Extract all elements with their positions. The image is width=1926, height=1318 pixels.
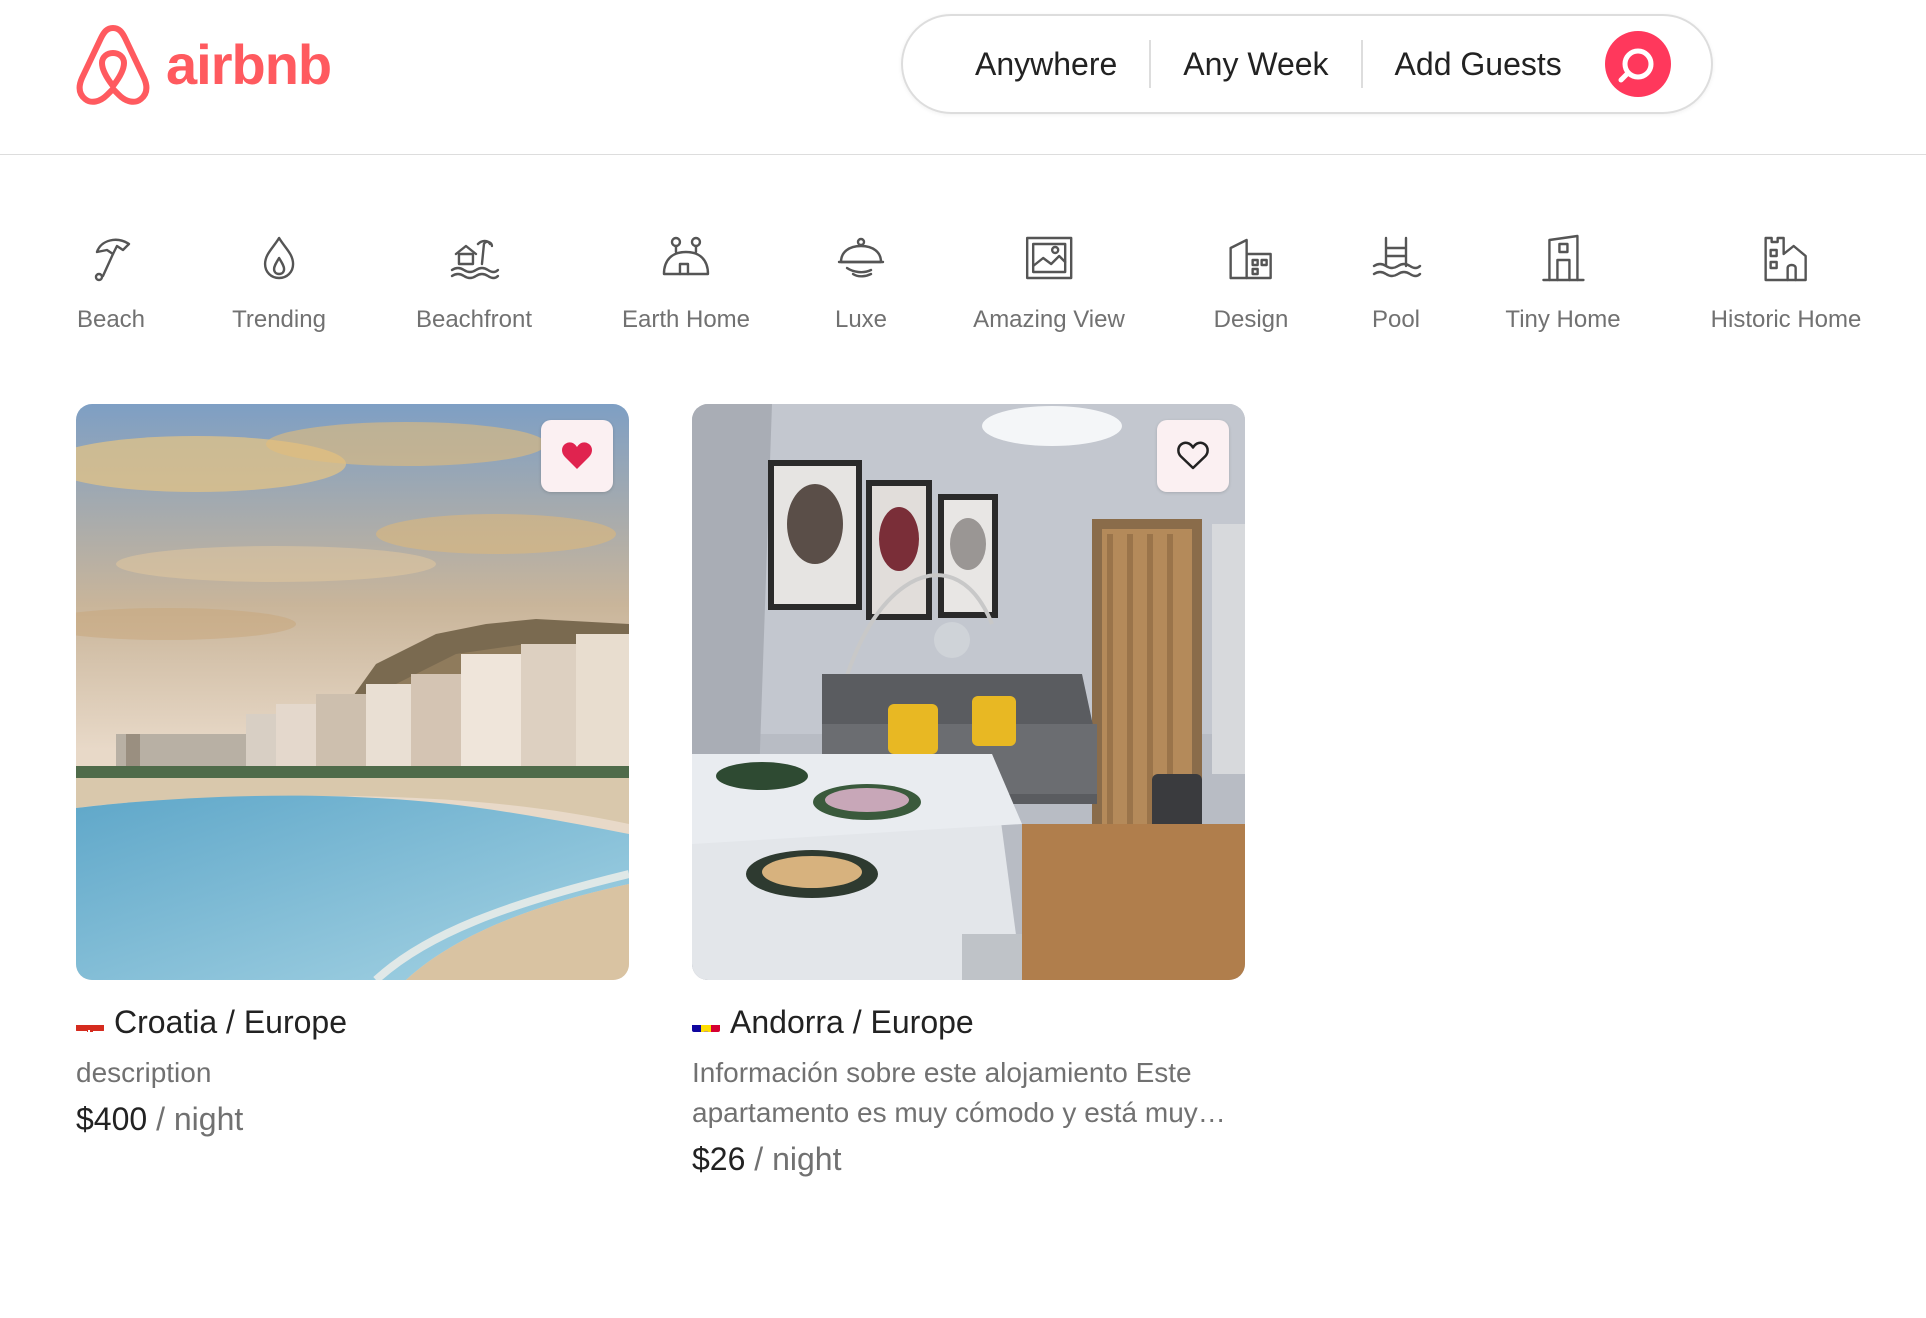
category-bar: Beach Trending Beachfront Earth Home Lux… [0, 230, 1926, 350]
airbnb-logo-icon [76, 25, 150, 105]
tiny-home-icon [1541, 234, 1585, 282]
category-label: Beach [76, 306, 146, 333]
listing-card[interactable]: Andorra / Europe Información sobre este … [692, 404, 1245, 1178]
listing-price: $26 / night [692, 1141, 1245, 1178]
listing-photo[interactable] [692, 404, 1245, 980]
listing-location-text: Croatia / Europe [114, 1004, 348, 1040]
category-label: Amazing View [973, 306, 1125, 333]
category-label: Historic Home [1710, 306, 1862, 333]
flame-icon [263, 236, 295, 280]
heart-outline-icon [1177, 441, 1209, 470]
search-when-button[interactable]: Any Week [1151, 40, 1360, 88]
view-icon [1025, 236, 1073, 280]
listing-price: $400 / night [76, 1101, 629, 1138]
search-button[interactable] [1605, 31, 1671, 97]
listing-photo[interactable] [76, 404, 629, 980]
price-unit: / night [156, 1101, 244, 1137]
price-amount: $400 [76, 1101, 148, 1137]
category-tiny-home[interactable]: Tiny Home [1505, 230, 1621, 334]
heart-filled-icon [562, 442, 592, 469]
category-historic-home[interactable]: Historic Home [1710, 230, 1862, 334]
category-earth-home[interactable]: Earth Home [622, 230, 750, 334]
search-where-button[interactable]: Anywhere [903, 40, 1149, 88]
castle-icon [1764, 236, 1808, 282]
category-label: Luxe [834, 306, 888, 333]
favorite-button[interactable] [541, 420, 613, 492]
earth-home-icon [662, 236, 710, 276]
category-label: Design [1213, 306, 1289, 333]
price-amount: $26 [692, 1141, 746, 1177]
listing-description: Información sobre este alojamiento Este … [692, 1057, 1226, 1128]
category-beach[interactable]: Beach [77, 230, 145, 334]
beachfront-icon [450, 239, 500, 280]
category-beachfront[interactable]: Beachfront [416, 230, 532, 334]
airbnb-logo[interactable]: airbnb [74, 22, 332, 106]
andorra-flag-icon [692, 1014, 720, 1032]
listing-location: Andorra / Europe [692, 1004, 1245, 1041]
category-label: Pool [1371, 306, 1421, 333]
listing-location: Croatia / Europe [76, 1004, 629, 1041]
category-label: Beachfront [415, 306, 533, 333]
category-pool[interactable]: Pool [1368, 230, 1424, 334]
search-guests-button[interactable]: Add Guests [1363, 40, 1594, 88]
category-label: Tiny Home [1505, 306, 1621, 333]
top-header: airbnb Anywhere Any Week Add Guests [0, 0, 1926, 155]
category-design[interactable]: Design [1213, 230, 1289, 334]
pool-icon [1372, 236, 1422, 278]
search-bar[interactable]: Anywhere Any Week Add Guests [901, 14, 1713, 114]
category-label: Trending [232, 306, 326, 333]
category-trending[interactable]: Trending [232, 230, 326, 334]
logo-text: airbnb [166, 32, 332, 96]
category-amazing-view[interactable]: Amazing View [973, 230, 1125, 334]
category-label: Earth Home [621, 306, 751, 333]
favorite-button[interactable] [1157, 420, 1229, 492]
price-unit: / night [754, 1141, 842, 1177]
category-luxe[interactable]: Luxe [833, 230, 889, 334]
croatia-flag-icon [76, 1014, 104, 1032]
cloche-icon [837, 237, 885, 278]
listing-card[interactable]: Croatia / Europe description $400 / nigh… [76, 404, 629, 1138]
search-icon [1618, 48, 1654, 83]
listing-description: description [76, 1057, 212, 1088]
umbrella-icon [94, 238, 131, 282]
listing-location-text: Andorra / Europe [730, 1004, 974, 1040]
design-icon [1229, 238, 1273, 280]
